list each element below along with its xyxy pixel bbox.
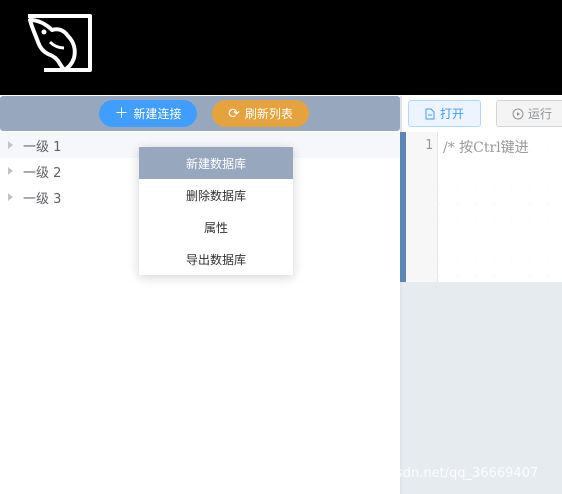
sql-editor: 1 /* 按Ctrl键进 [400,132,562,282]
menu-item-properties[interactable]: 属性 [139,211,293,243]
menu-item-new-database[interactable]: 新建数据库 [139,147,293,179]
caret-right-icon[interactable] [8,141,13,149]
line-gutter: 1 [406,132,438,282]
tree-node-label: 一级 2 [23,165,62,181]
tree-node-label: 一级 3 [23,191,62,207]
run-button[interactable]: 运行 [496,100,562,127]
refresh-list-label: 刷新列表 [244,107,293,121]
dolphin-logo-icon [28,14,92,72]
context-menu: 新建数据库 删除数据库 属性 导出数据库 [139,147,293,275]
tree-node-label: 一级 1 [23,139,62,155]
result-panel [402,282,562,494]
refresh-icon: ⟳ [228,105,240,122]
run-label: 运行 [528,107,553,121]
menu-item-delete-database[interactable]: 删除数据库 [139,179,293,211]
left-toolbar: ＋ 新建连接 ⟳ 刷新列表 [0,96,400,131]
app-header [0,0,562,95]
caret-right-icon[interactable] [8,193,13,201]
caret-right-icon[interactable] [8,167,13,175]
refresh-list-button[interactable]: ⟳ 刷新列表 [212,100,309,127]
open-label: 打开 [440,107,465,121]
code-line: /* 按Ctrl键进 [443,140,529,156]
editor-toolbar: 打开 运行 [402,96,562,131]
plus-icon: ＋ [114,105,129,122]
menu-item-export-database[interactable]: 导出数据库 [139,243,293,275]
watermark: https://blog.csdn.net/qq_36669407 [310,466,539,481]
new-connection-label: 新建连接 [133,107,182,121]
new-connection-button[interactable]: ＋ 新建连接 [99,100,197,127]
open-button[interactable]: 打开 [408,100,481,127]
code-input-area[interactable]: /* 按Ctrl键进 [439,132,562,282]
line-number: 1 [425,138,433,153]
file-icon [425,108,435,119]
play-circle-icon [512,108,524,119]
